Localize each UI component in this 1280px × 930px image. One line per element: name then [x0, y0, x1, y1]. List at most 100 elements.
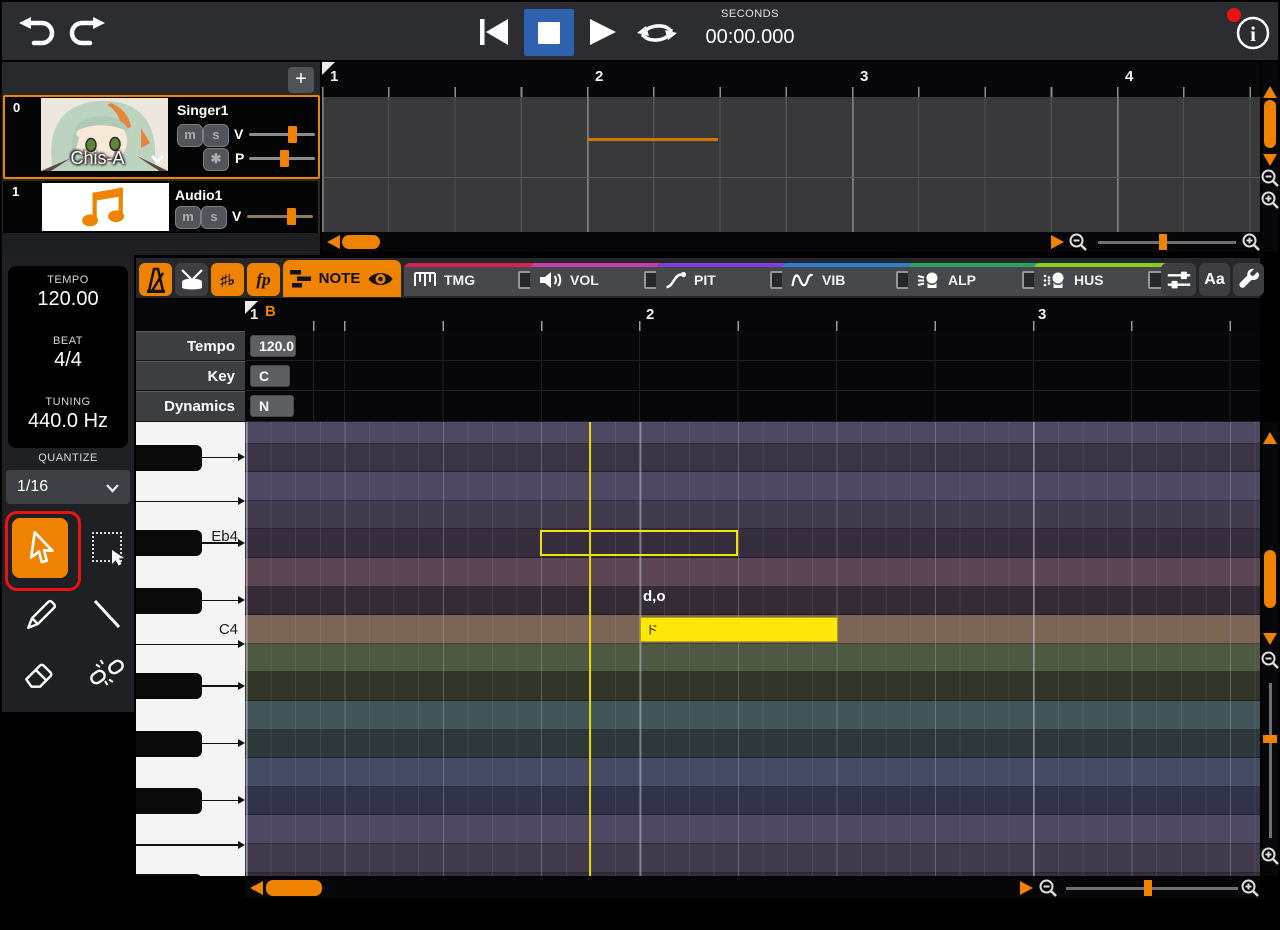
timeline-vzoom-in-icon[interactable] [1260, 190, 1280, 210]
editor-zoom-in-icon[interactable] [1240, 878, 1260, 898]
unlink-tool-button[interactable] [84, 648, 130, 696]
timeline-vscroll-thumb[interactable] [1264, 100, 1276, 148]
editor-hscroll-thumb[interactable] [266, 880, 322, 896]
pitch-row-B3[interactable] [245, 644, 1260, 673]
timeline-zoom-slider-handle[interactable] [1159, 234, 1167, 250]
dynamics-event-pill[interactable]: N [250, 395, 294, 417]
timeline-vzoom-out-icon[interactable] [1260, 168, 1280, 188]
tab-pit[interactable]: PIT [656, 263, 797, 296]
timeline-hscroll-thumb[interactable] [342, 235, 380, 249]
tab-hus[interactable]: HUS [1034, 263, 1175, 296]
pitch-row-G3[interactable] [245, 758, 1260, 787]
editor-vscroll-thumb[interactable] [1264, 550, 1276, 608]
black-key-Eb3[interactable] [136, 874, 202, 876]
pitch-row-Fs3[interactable] [245, 787, 1260, 816]
editor-scroll-up-arrow[interactable] [1263, 432, 1277, 444]
editor-zoom-out-icon[interactable] [1038, 878, 1058, 898]
volume-slider-handle[interactable] [287, 208, 296, 225]
pitch-row-Eb4[interactable] [245, 529, 1260, 558]
solo-button[interactable]: s [203, 124, 229, 147]
dynamics-row-lane[interactable]: N [245, 391, 1260, 422]
tab-note[interactable]: NOTE [283, 260, 401, 297]
editor-vzoom-slider-handle[interactable] [1263, 735, 1277, 743]
tab-vib[interactable]: VIB [782, 263, 923, 296]
track-row-singer[interactable]: 0 Chis-A Sing [3, 95, 320, 179]
timeline-scroll-left-arrow[interactable] [327, 235, 340, 249]
loop-button[interactable] [634, 14, 680, 52]
tab-alp[interactable]: ALP [908, 263, 1049, 296]
tempo-event-pill[interactable]: 120.0 [250, 335, 296, 357]
redo-button[interactable] [66, 13, 108, 49]
add-track-button[interactable]: + [288, 67, 314, 93]
timeline-grid[interactable] [322, 97, 1260, 232]
editor-zoom-slider-handle[interactable] [1144, 880, 1152, 896]
tab-dynamics[interactable]: fp [247, 263, 280, 296]
editor-settings-button[interactable] [1233, 263, 1264, 296]
pencil-tool-button[interactable] [16, 590, 66, 640]
volume-slider[interactable] [247, 215, 313, 218]
timeline-zoom-in-icon[interactable] [1241, 232, 1261, 252]
audio-track-thumbnail[interactable] [42, 183, 169, 231]
editor-scroll-left-arrow[interactable] [250, 881, 263, 895]
black-key-Fs3[interactable] [136, 788, 202, 814]
pitch-row-E3[interactable] [245, 844, 1260, 873]
timeline-note-segment[interactable] [587, 138, 718, 141]
pitch-row-Fs4[interactable] [245, 444, 1260, 473]
track-name[interactable]: Audio1 [175, 187, 222, 203]
volume-slider[interactable] [249, 133, 315, 136]
solo-button[interactable]: s [201, 206, 227, 229]
voice-settings-button[interactable]: ✱ [203, 148, 229, 171]
editor-vzoom-in-icon[interactable] [1260, 846, 1280, 866]
pitch-row-E4[interactable] [245, 501, 1260, 530]
voice-name[interactable]: Chis-A [41, 148, 154, 169]
song-settings-box[interactable]: TEMPO 120.00 BEAT 4/4 TUNING 440.0 Hz [8, 266, 128, 448]
editor-ruler-ticks[interactable] [245, 321, 1260, 331]
parameter-sliders-button[interactable] [1161, 263, 1196, 296]
pitch-row-Ab3[interactable] [245, 730, 1260, 759]
editor-zoom-slider[interactable] [1066, 887, 1238, 890]
timeline-scroll-right-arrow[interactable] [1051, 235, 1064, 249]
volume-slider-handle[interactable] [288, 126, 297, 143]
eraser-tool-button[interactable] [16, 650, 66, 696]
black-key-Ab3[interactable] [136, 731, 202, 757]
time-display[interactable]: 00:00.000 [690, 26, 810, 49]
timeline-zoom-out-icon[interactable] [1068, 232, 1088, 252]
pitch-row-A3[interactable] [245, 701, 1260, 730]
pointer-tool-button[interactable] [12, 518, 68, 578]
key-row-lane[interactable]: C [245, 361, 1260, 391]
pitch-row-F3[interactable] [245, 815, 1260, 844]
singer-avatar-image[interactable]: Chis-A [41, 98, 168, 171]
info-button[interactable]: i [1234, 14, 1272, 52]
mute-button[interactable]: m [177, 124, 203, 147]
pitch-row-D4[interactable] [245, 558, 1260, 587]
lyrics-text-button[interactable]: Aa [1199, 263, 1230, 296]
track-row-audio[interactable]: 1 Audio1 m s V [3, 181, 318, 233]
mute-button[interactable]: m [175, 206, 201, 229]
track-name[interactable]: Singer1 [177, 102, 228, 118]
black-key-Eb4[interactable] [136, 530, 202, 556]
tab-tmg[interactable]: TMG [404, 263, 545, 296]
pitch-row-G4[interactable] [245, 422, 1260, 444]
quantize-dropdown[interactable]: 1/16 [6, 470, 130, 504]
timeline-zoom-slider[interactable] [1098, 241, 1236, 244]
timeline-scroll-down-arrow[interactable] [1263, 154, 1277, 166]
tempo-value[interactable]: 120.00 [8, 288, 128, 311]
line-tool-button[interactable] [86, 590, 128, 638]
pan-slider-handle[interactable] [280, 150, 289, 167]
skip-to-start-button[interactable] [472, 11, 516, 53]
timeline-ruler[interactable]: 1 2 3 4 [322, 62, 1260, 97]
black-key-Cs4[interactable] [136, 588, 202, 614]
pitch-row-Cs4[interactable] [245, 587, 1260, 616]
editor-vzoom-slider[interactable] [1269, 683, 1272, 838]
beat-value[interactable]: 4/4 [8, 349, 128, 372]
tab-key-accidentals[interactable]: ♯♭ [211, 263, 244, 296]
pitch-row-Bb3[interactable] [245, 672, 1260, 701]
tab-vol[interactable]: VOL [530, 263, 671, 296]
tempo-row-lane[interactable]: 120.0 [245, 331, 1260, 361]
undo-button[interactable] [16, 13, 58, 49]
stop-button[interactable] [524, 9, 574, 56]
tab-drum[interactable] [175, 263, 208, 296]
pitch-row-Eb3[interactable] [245, 873, 1260, 876]
voice-select-chevron-down-icon[interactable] [150, 154, 165, 164]
tuning-value[interactable]: 440.0 Hz [8, 410, 128, 433]
